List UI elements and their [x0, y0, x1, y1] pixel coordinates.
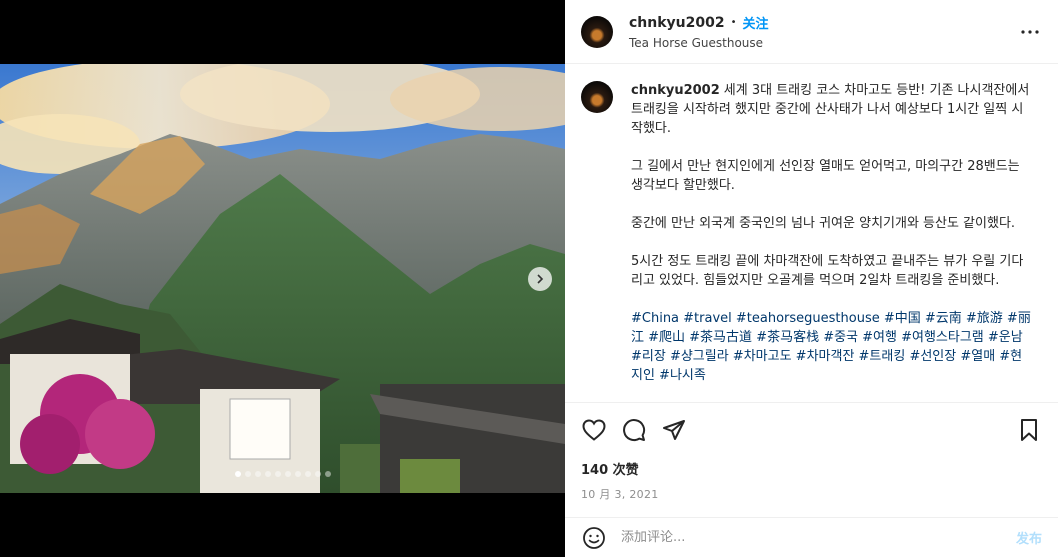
caption-area: chnkyu2002 세계 3대 트래킹 코스 차마고도 등반! 기존 나시객잔에… — [565, 65, 1058, 402]
post-photo[interactable] — [0, 64, 565, 493]
carousel-dot — [324, 471, 331, 477]
likes-count[interactable]: 140 次赞 — [581, 459, 1042, 478]
carousel-dot — [284, 471, 291, 477]
comment-button[interactable] — [621, 417, 647, 443]
caption-paragraph-2: 그 길에서 만난 현지인에게 선인장 열매도 얻어먹고, 마의구간 28밴드는 … — [631, 159, 1020, 193]
smiley-icon — [583, 526, 605, 549]
caption-paragraph-3: 중간에 만난 외국계 중국인의 넘나 귀여운 양치기개와 등산도 같이했다. — [631, 216, 1016, 231]
separator: • — [730, 17, 737, 28]
save-button[interactable] — [1016, 417, 1042, 443]
chevron-right-icon — [537, 274, 544, 284]
heart-icon — [582, 419, 606, 441]
carousel-dot — [254, 471, 261, 477]
post-sidebar: chnkyu2002 • 关注 Tea Horse Guesthouse chn… — [565, 0, 1058, 557]
bookmark-icon — [1021, 419, 1037, 441]
emoji-button[interactable] — [581, 525, 607, 551]
post-header: chnkyu2002 • 关注 Tea Horse Guesthouse — [565, 0, 1058, 64]
location-link[interactable]: Tea Horse Guesthouse — [629, 36, 1018, 50]
post-date: 10 月 3, 2021 — [581, 488, 659, 501]
avatar[interactable] — [581, 15, 613, 48]
hashtags[interactable]: #China #travel #teahorseguesthouse #中国 #… — [631, 309, 1031, 385]
more-horizontal-icon — [1021, 29, 1039, 34]
carousel-dot — [294, 471, 301, 477]
comment-bar: 发布 — [565, 517, 1058, 557]
post-actions: 140 次赞 10 月 3, 2021 — [565, 402, 1058, 502]
caption-paragraph-4: 5시간 정도 트래킹 끝에 차마객잔에 도착하였고 끝내주는 뷰가 우릴 기다리… — [631, 254, 1024, 288]
carousel-dot — [314, 471, 321, 477]
action-icons — [581, 415, 1042, 445]
carousel-dot — [304, 471, 311, 477]
carousel-next-button[interactable] — [528, 267, 552, 291]
post-comment-button[interactable]: 发布 — [1016, 528, 1042, 547]
username-link[interactable]: chnkyu2002 — [629, 15, 725, 31]
caption-text: chnkyu2002 세계 3대 트래킹 코스 차마고도 등반! 기존 나시객잔에… — [631, 81, 1031, 402]
header-text: chnkyu2002 • 关注 Tea Horse Guesthouse — [629, 13, 1018, 51]
comment-input[interactable] — [621, 530, 1016, 545]
send-icon — [663, 420, 685, 440]
carousel-dot — [274, 471, 281, 477]
carousel-dot — [264, 471, 271, 477]
header-line: chnkyu2002 • 关注 — [629, 13, 1018, 33]
carousel-dot — [244, 471, 251, 477]
mountain-landscape-image — [0, 64, 565, 493]
carousel-dot — [234, 471, 241, 477]
carousel-dots — [0, 471, 565, 477]
caption-avatar[interactable] — [581, 81, 613, 113]
caption-username[interactable]: chnkyu2002 — [631, 83, 720, 98]
media-panel — [0, 0, 565, 557]
share-button[interactable] — [661, 417, 687, 443]
comment-icon — [623, 419, 646, 442]
follow-button[interactable]: 关注 — [743, 13, 769, 32]
like-button[interactable] — [581, 417, 607, 443]
more-options-button[interactable] — [1018, 20, 1042, 44]
